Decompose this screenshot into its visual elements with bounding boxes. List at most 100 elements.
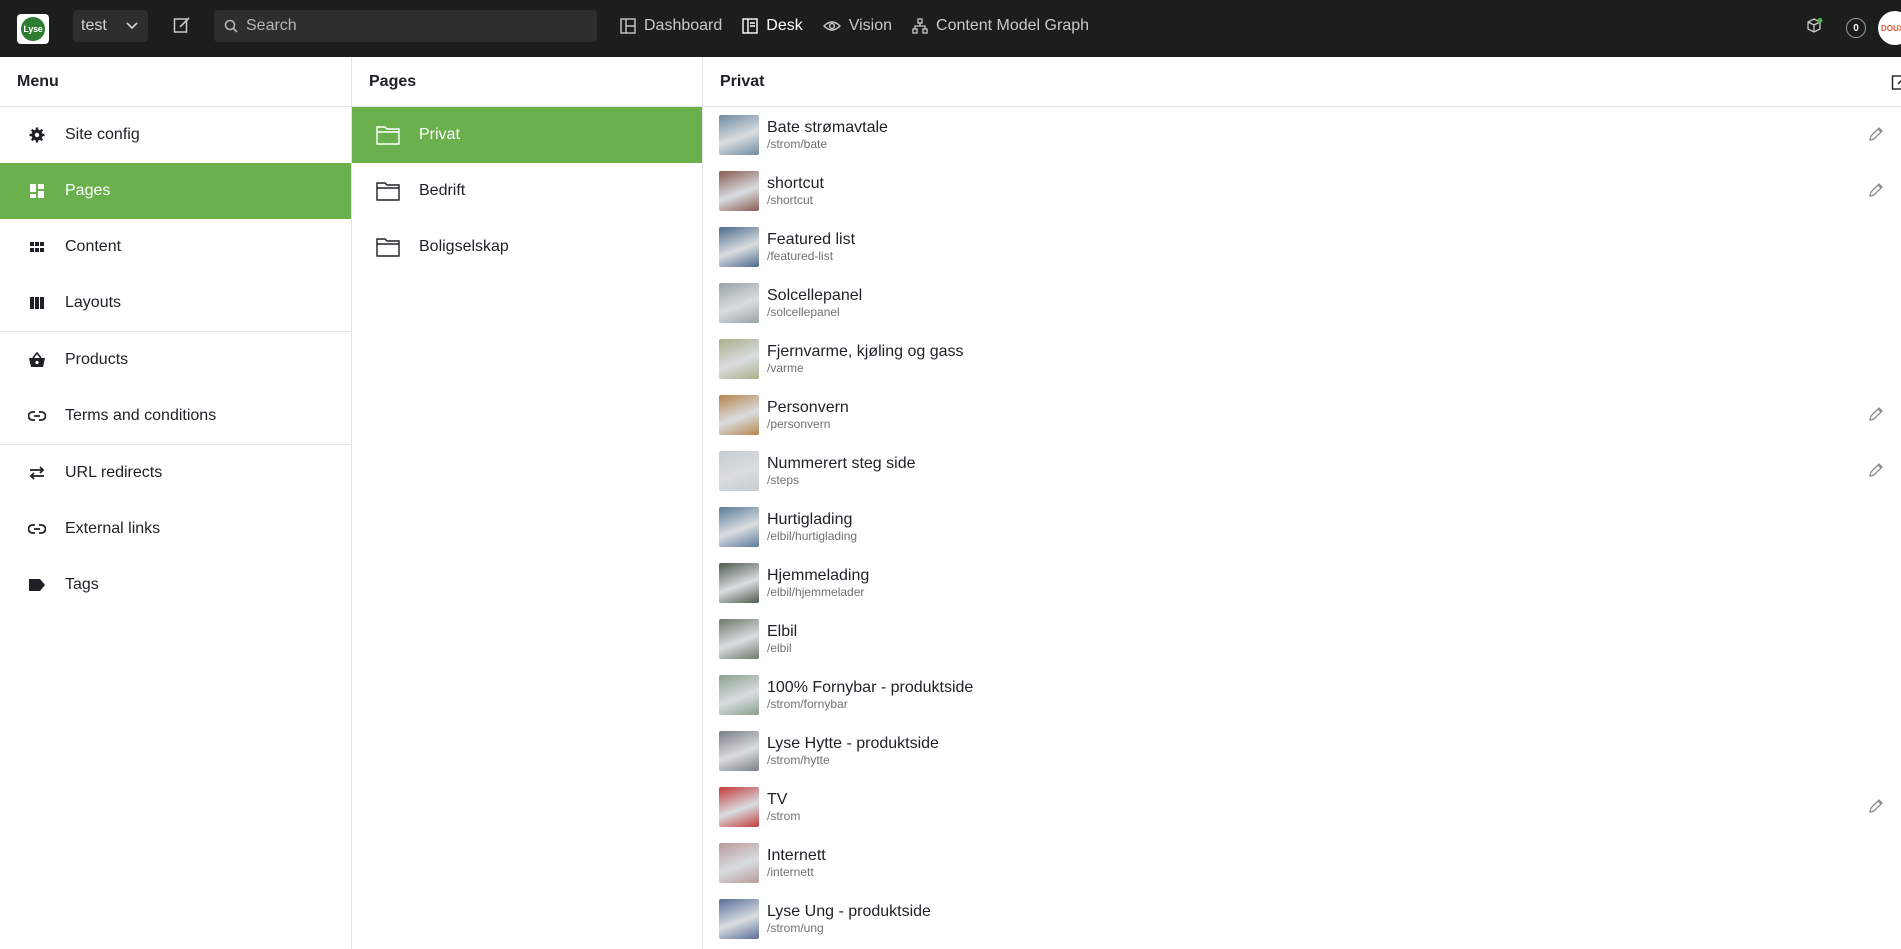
document-slug: /personvern [767,417,831,431]
document-row[interactable]: Fjernvarme, kjøling og gass/varme [703,331,1901,387]
document-list: Bate strømavtale/strom/bate shortcut/shor… [703,107,1901,947]
document-thumbnail [719,675,759,715]
document-row[interactable]: 100% Fornybar - produktside/strom/fornyb… [703,667,1901,723]
menu-item-label: Layouts [65,294,122,311]
menu-item-label: Products [65,351,129,368]
main-nav: Dashboard Desk Vision Content Model Grap… [610,10,1099,42]
document-text: Lyse Ung - produktside/strom/ung [767,902,931,936]
menu-item-url-redirects[interactable]: URL redirects [0,445,351,501]
search-box[interactable] [214,10,597,42]
package-status-icon[interactable] [1805,17,1823,35]
avatar[interactable]: DOUX [1878,11,1901,45]
menu-item-layouts[interactable]: Layouts [0,275,351,331]
pencil-icon[interactable] [1868,406,1884,422]
document-row[interactable]: Bate strømavtale/strom/bate [703,107,1901,163]
compose-button[interactable] [170,13,194,37]
document-row[interactable]: Lyse Hytte - produktside/strom/hytte [703,723,1901,779]
document-row[interactable]: Elbil/elbil [703,611,1901,667]
document-thumbnail [719,227,759,267]
pencil-icon[interactable] [1868,126,1884,142]
desk-icon [742,18,758,34]
document-slug: /featured-list [767,249,834,263]
lyse-logo[interactable]: Lyse [17,14,49,44]
menu-item-terms-and-conditions[interactable]: Terms and conditions [0,388,351,444]
document-title: Solcellepanel [767,287,863,304]
document-text: Bate strømavtale/strom/bate [767,118,888,152]
document-row[interactable]: Nummerert steg side/steps [703,443,1901,499]
menu-item-label: Content [65,238,122,255]
dashboard-grid-icon [28,182,46,200]
document-row[interactable]: shortcut/shortcut [703,163,1901,219]
document-title: Personvern [767,399,849,416]
document-thumbnail [719,899,759,939]
compose-icon [173,17,190,33]
document-title: Lyse Hytte - produktside [767,735,939,752]
dashboard-icon [620,18,636,34]
menu-item-products[interactable]: Products [0,332,351,388]
pencil-icon[interactable] [1868,462,1884,478]
notifications-badge[interactable]: 0 [1846,18,1866,38]
document-title: Featured list [767,231,856,248]
document-row[interactable]: Solcellepanel/solcellepanel [703,275,1901,331]
pencil-icon[interactable] [1868,182,1884,198]
nav-dashboard[interactable]: Dashboard [610,10,732,42]
menu-item-external-links[interactable]: External links [0,501,351,557]
link-icon [28,407,46,425]
document-title: Hjemmelading [767,567,870,584]
document-row[interactable]: Hjemmelading/elbil/hjemmelader [703,555,1901,611]
document-text: Featured list/featured-list [767,230,855,264]
document-row[interactable]: Personvern/personvern [703,387,1901,443]
document-text: Nummerert steg side/steps [767,454,916,488]
privat-pane-title: Privat [720,72,765,90]
document-row[interactable]: TV/strom [703,779,1901,835]
menu-item-label: Site config [65,126,140,143]
folder-icon [376,182,400,201]
document-thumbnail [719,563,759,603]
folder-bedrift[interactable]: Bedrift [352,163,702,219]
document-text: TV/strom [767,790,800,824]
document-row[interactable]: Featured list/featured-list [703,219,1901,275]
document-row[interactable]: Hurtiglading/elbil/hurtiglading [703,499,1901,555]
document-slug: /solcellepanel [767,305,840,319]
workspace-select[interactable]: test [73,10,148,42]
nav-desk[interactable]: Desk [732,10,812,42]
document-text: Personvern/personvern [767,398,849,432]
privat-pane: Privat Bate strømavtale/strom/bate shortc… [703,57,1901,949]
document-text: Fjernvarme, kjøling og gass/varme [767,342,964,376]
document-text: Hjemmelading/elbil/hjemmelader [767,566,869,600]
document-title: TV [767,791,788,808]
menu-pane-title: Menu [0,57,351,107]
apps-grid-icon [28,238,46,256]
document-row[interactable]: Lyse Ung - produktside/strom/ung [703,891,1901,947]
document-slug: /internett [767,865,814,879]
document-title: Elbil [767,623,798,640]
pencil-icon[interactable] [1868,798,1884,814]
folder-privat[interactable]: Privat [352,107,702,163]
document-text: shortcut/shortcut [767,174,824,208]
document-text: Internett/internett [767,846,826,880]
document-title: Nummerert steg side [767,455,916,472]
menu-item-label: Tags [65,576,99,593]
folder-icon [376,126,400,145]
menu-item-content[interactable]: Content [0,219,351,275]
menu-item-label: URL redirects [65,464,163,481]
menu-pane: Menu Site config Pages Content Layouts P… [0,57,352,949]
document-title: Lyse Ung - produktside [767,903,931,920]
menu-item-site-config[interactable]: Site config [0,107,351,163]
document-row[interactable]: Internett/internett [703,835,1901,891]
document-slug: /strom/hytte [767,753,830,767]
folder-label: Bedrift [419,182,466,199]
document-title: Hurtiglading [767,511,853,528]
nav-content-model-graph[interactable]: Content Model Graph [902,10,1099,42]
compose-icon[interactable] [1891,73,1901,91]
nav-desk-label: Desk [766,17,803,34]
folder-label: Privat [419,126,460,143]
folder-boligselskap[interactable]: Boligselskap [352,219,702,275]
menu-item-pages[interactable]: Pages [0,163,351,219]
search-input[interactable] [246,17,576,35]
nav-vision[interactable]: Vision [813,10,902,42]
document-slug: /strom/bate [767,137,828,151]
menu-item-tags[interactable]: Tags [0,557,351,613]
folder-icon [376,238,400,257]
nav-dashboard-label: Dashboard [644,17,723,34]
